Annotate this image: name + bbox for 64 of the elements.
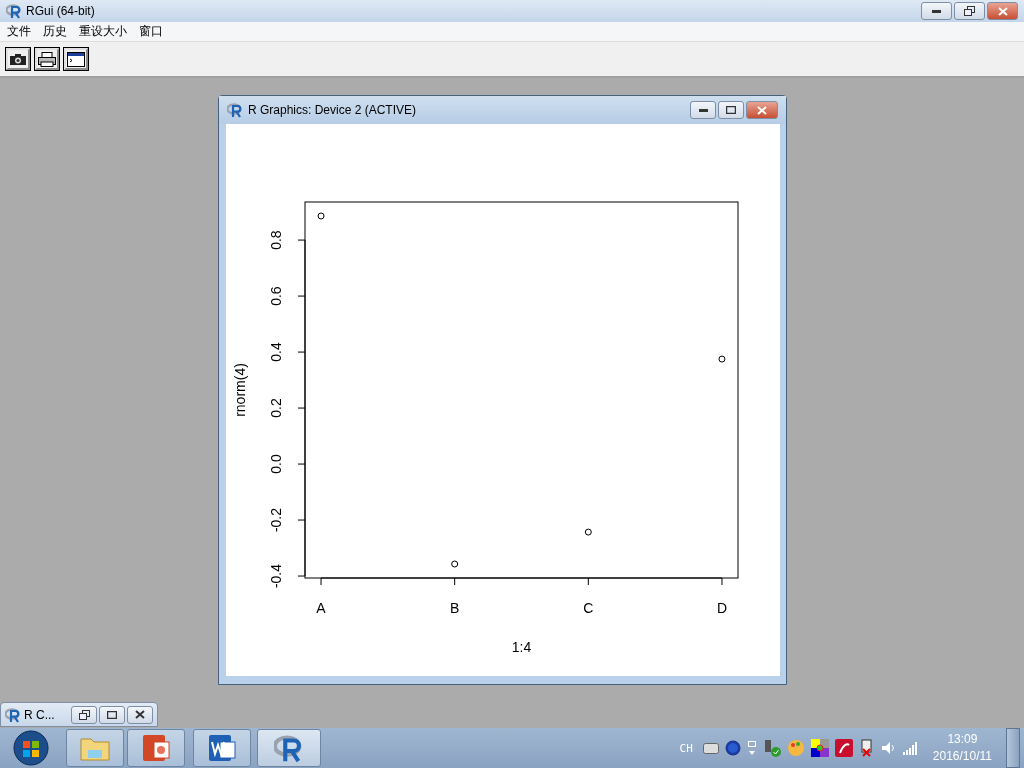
show-desktop-button[interactable] [1006,728,1020,768]
r-logo-icon [5,706,21,723]
menu-item[interactable]: 重设大小 [74,23,134,40]
minimize-icon [932,9,941,13]
close-icon [757,105,767,115]
menu-item[interactable]: 历史 [38,23,74,40]
taskbar-button[interactable] [193,729,251,767]
menu-item[interactable]: 文件 [2,23,38,40]
maximize-button[interactable] [99,705,125,724]
folder-icon [80,735,110,761]
swoosh-app-icon[interactable] [834,739,853,757]
restore-icon [964,6,975,16]
console-button[interactable] [64,48,88,70]
close-button[interactable] [127,705,153,724]
print-button[interactable] [35,48,59,70]
y-tick-label: 0.2 [268,398,284,418]
restore-button[interactable] [71,705,97,724]
r-logo-icon [6,3,22,19]
taskbar-button[interactable] [66,729,124,767]
restore-button[interactable] [954,2,985,20]
r-logo-icon [227,102,243,118]
restore-icon [78,709,90,720]
copy-image-button[interactable] [6,48,30,70]
close-icon [997,6,1008,16]
window-title: R C... [24,707,55,722]
y-tick-label: 0.0 [268,454,284,474]
maximize-button[interactable] [718,101,744,119]
document-app-icon [208,734,236,762]
usb-device-icon[interactable] [762,739,781,757]
camera-icon [10,53,26,65]
clock-date: 2016/10/11 [932,748,992,765]
minimize-icon [698,108,708,112]
y-axis-label: rnorm(4) [232,363,248,417]
x-axis-label: 1:4 [511,639,532,655]
taskbar-button[interactable] [127,729,185,767]
y-tick-label: 0.8 [268,230,284,250]
data-point [451,560,459,568]
minimize-button[interactable] [921,2,952,20]
y-tick-label: 0.4 [268,342,284,362]
maximize-icon [107,710,117,719]
minimize-button[interactable] [690,101,716,119]
taskbar-button[interactable] [257,729,321,767]
r-logo-icon [274,733,304,763]
close-icon [135,710,145,719]
x-tick-label: A [316,600,326,616]
data-point [317,212,325,220]
data-point [718,355,726,363]
maximize-icon [726,106,736,114]
y-tick-label: -0.2 [268,508,284,533]
color-grid-icon[interactable] [810,739,829,757]
x-tick-label: C [583,600,594,616]
presentation-app-icon [142,734,170,762]
window-title: RGui (64-bit) [26,4,95,18]
y-tick-label: -0.4 [268,564,284,589]
window-icon [67,51,85,67]
x-tick-label: D [716,600,728,616]
data-point [584,528,592,536]
clock-time: 13:09 [947,731,978,748]
printer-icon [38,51,56,67]
x-tick-label: B [450,600,460,616]
y-tick-label: 0.6 [268,286,284,306]
window-title: R Graphics: Device 2 (ACTIVE) [248,103,417,117]
keyboard-icon[interactable] [702,742,719,754]
menu-item[interactable]: 窗口 [134,23,170,40]
